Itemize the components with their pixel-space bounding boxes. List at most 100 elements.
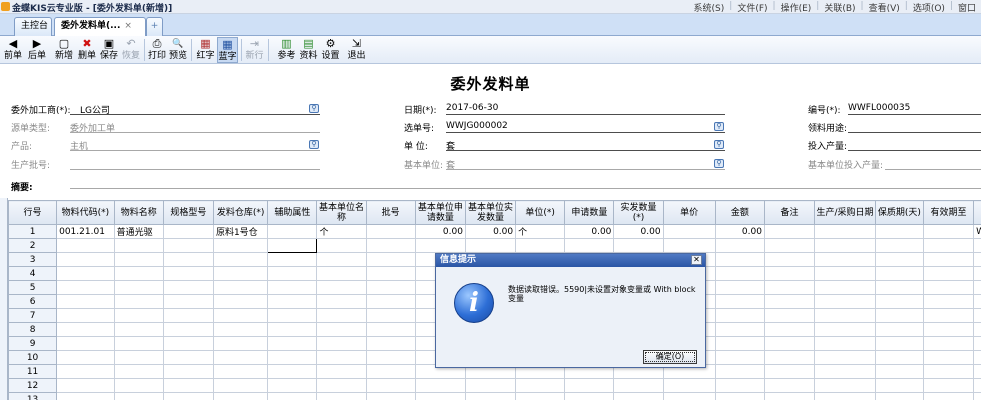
menu-window[interactable]: 窗口: [953, 1, 981, 14]
grid-cell[interactable]: [714, 364, 765, 379]
grid-cell[interactable]: [814, 238, 876, 253]
grid-cell[interactable]: [973, 266, 981, 281]
grid-cell[interactable]: [874, 308, 924, 323]
grid-cell[interactable]: [564, 392, 615, 400]
grid-cell[interactable]: [316, 252, 367, 267]
grid-cell[interactable]: [212, 364, 269, 379]
grid-cell[interactable]: [814, 294, 876, 309]
unit-lookup-icon[interactable]: ⚲: [714, 140, 724, 149]
grid-cell[interactable]: [814, 378, 876, 393]
data-button[interactable]: ▤ 资料: [298, 37, 319, 63]
delete-button[interactable]: ✖ 删单: [76, 37, 98, 63]
grid-cell[interactable]: [922, 308, 975, 323]
grid-cell[interactable]: [365, 308, 416, 323]
column-header[interactable]: 发料仓库(*): [212, 200, 269, 225]
grid-cell[interactable]: [162, 322, 214, 337]
grid-cell[interactable]: [316, 294, 367, 309]
grid-cell[interactable]: [874, 294, 924, 309]
column-header[interactable]: 保质期(天): [874, 200, 924, 225]
grid-cell[interactable]: [714, 350, 765, 365]
grid-cell[interactable]: [267, 294, 318, 309]
column-header[interactable]: 基本单位申请数量: [414, 200, 466, 225]
grid-cell[interactable]: 0.00: [714, 224, 765, 239]
grid-cell[interactable]: [113, 308, 164, 323]
grid-cell[interactable]: [922, 266, 975, 281]
tab-outsource-issue[interactable]: 委外发料单(... ×: [54, 17, 146, 36]
grid-cell[interactable]: [267, 322, 318, 337]
grid-cell[interactable]: [662, 238, 716, 253]
grid-cell[interactable]: [56, 378, 115, 393]
grid-cell[interactable]: [464, 238, 517, 253]
grid-cell[interactable]: [973, 308, 981, 323]
settings-button[interactable]: ⚙ 设置: [320, 37, 341, 63]
column-header[interactable]: 实发数量(*): [613, 200, 664, 225]
grid-cell[interactable]: [922, 392, 975, 400]
grid-cell[interactable]: [162, 350, 214, 365]
grid-cell[interactable]: [814, 224, 876, 239]
tab-close-icon[interactable]: ×: [124, 21, 132, 31]
grid-cell[interactable]: [212, 378, 269, 393]
grid-cell[interactable]: [814, 392, 876, 400]
grid-cell[interactable]: [212, 308, 269, 323]
grid-cell[interactable]: [316, 336, 367, 351]
grid-cell[interactable]: [874, 280, 924, 295]
grid-cell[interactable]: [267, 266, 318, 281]
grid-cell[interactable]: [763, 252, 816, 267]
column-header[interactable]: 单位(*): [515, 200, 566, 225]
grid-cell[interactable]: [763, 350, 816, 365]
table-row[interactable]: 1 001.21.01 普通光驱 原料1号仓个 0.00 0.00 个 0.00 0.00 0.0…: [7, 224, 981, 239]
grid-cell[interactable]: [714, 308, 765, 323]
grid-cell[interactable]: [316, 280, 367, 295]
grid-cell[interactable]: [874, 224, 924, 239]
grid-cell[interactable]: 0.00: [613, 224, 664, 239]
table-row[interactable]: 2: [7, 238, 981, 253]
grid-cell[interactable]: [714, 322, 765, 337]
grid-cell[interactable]: [212, 322, 269, 337]
grid-cell[interactable]: [515, 378, 566, 393]
grid-cell[interactable]: [212, 336, 269, 351]
column-header[interactable]: 金额: [714, 200, 765, 225]
grid-cell[interactable]: [662, 224, 716, 239]
grid-cell[interactable]: [922, 336, 975, 351]
column-header[interactable]: 有效期至: [922, 200, 975, 225]
grid-cell[interactable]: [464, 392, 517, 400]
grid-cell[interactable]: [922, 294, 975, 309]
column-header[interactable]: 基本单位名称: [316, 200, 367, 225]
summary-field[interactable]: [70, 188, 981, 189]
grid-cell[interactable]: [973, 364, 981, 379]
grid-cell[interactable]: [763, 322, 816, 337]
grid-cell[interactable]: [973, 238, 981, 253]
grid-cell[interactable]: [113, 392, 164, 400]
grid-cell[interactable]: [763, 266, 816, 281]
column-header[interactable]: 申请数量: [564, 200, 615, 225]
grid-cell[interactable]: [874, 252, 924, 267]
grid-cell[interactable]: [922, 238, 975, 253]
grid-cell[interactable]: [267, 364, 318, 379]
new-tab-icon[interactable]: +: [146, 17, 163, 36]
grid-cell[interactable]: [973, 252, 981, 267]
save-button[interactable]: ▣ 保存: [98, 37, 120, 63]
exit-button[interactable]: ⇲ 退出: [346, 37, 367, 63]
grid-cell[interactable]: [874, 322, 924, 337]
grid-cell[interactable]: [814, 252, 876, 267]
grid-cell[interactable]: [922, 252, 975, 267]
grid-cell[interactable]: [365, 336, 416, 351]
grid-cell[interactable]: [316, 238, 367, 253]
grid-cell[interactable]: [874, 364, 924, 379]
column-header[interactable]: 备注: [763, 200, 816, 225]
column-header[interactable]: 批号: [365, 200, 416, 225]
grid-cell[interactable]: [267, 350, 318, 365]
grid-cell[interactable]: [922, 322, 975, 337]
grid-cell[interactable]: [763, 336, 816, 351]
grid-cell[interactable]: [874, 336, 924, 351]
grid-cell[interactable]: [714, 336, 765, 351]
grid-cell[interactable]: [56, 308, 115, 323]
grid-cell[interactable]: [613, 392, 664, 400]
grid-cell[interactable]: [973, 280, 981, 295]
grid-cell[interactable]: [267, 280, 318, 295]
grid-cell[interactable]: [973, 322, 981, 337]
grid-cell[interactable]: [113, 336, 164, 351]
table-row[interactable]: 13: [7, 392, 981, 400]
grid-cell[interactable]: [56, 322, 115, 337]
grid-cell[interactable]: [162, 336, 214, 351]
